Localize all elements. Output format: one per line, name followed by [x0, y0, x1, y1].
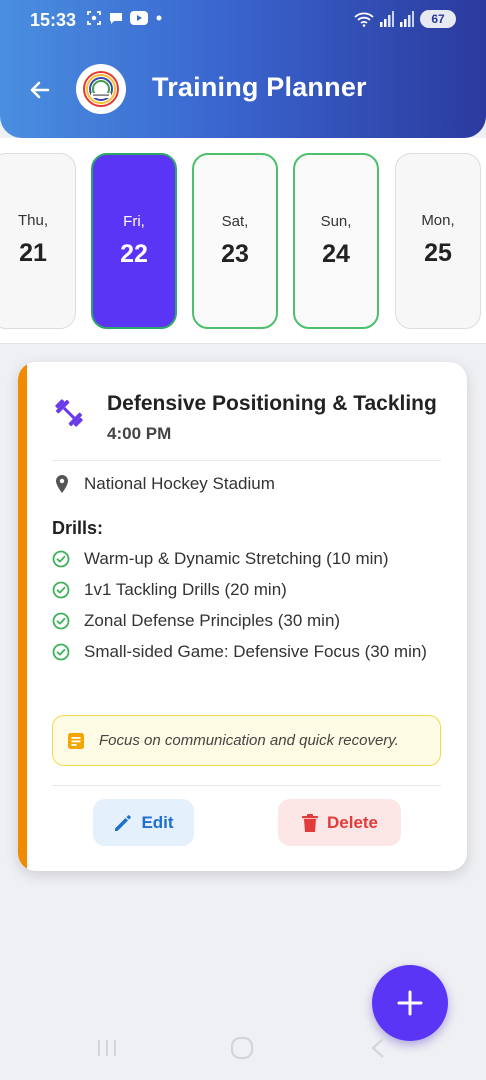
- home-nav-icon[interactable]: [230, 1036, 254, 1060]
- pencil-icon: [115, 814, 132, 831]
- list-item: 1v1 Tackling Drills (20 min): [52, 579, 432, 601]
- drill-text: Warm-up & Dynamic Stretching (10 min): [84, 549, 389, 568]
- date-day: 24: [322, 240, 350, 268]
- list-item: Zonal Defense Principles (30 min): [52, 610, 432, 632]
- location-pin-icon: [56, 475, 68, 493]
- date-card-thu[interactable]: Thu, 21: [0, 153, 76, 329]
- chat-icon: [110, 13, 122, 24]
- session-time: 4:00 PM: [107, 424, 172, 443]
- check-circle-icon: [52, 581, 70, 599]
- plus-icon: [397, 990, 423, 1016]
- date-day: 25: [424, 239, 452, 267]
- session-title: Defensive Positioning & Tackling: [107, 392, 437, 415]
- signal-icon: [380, 11, 394, 27]
- note-icon: [68, 732, 84, 749]
- screenshot-icon: [87, 11, 101, 25]
- recents-nav-icon[interactable]: [96, 1038, 118, 1058]
- logo-icon: [83, 71, 119, 107]
- system-icons: 67: [354, 10, 456, 28]
- signal-icon-2: [400, 11, 414, 27]
- back-nav-icon[interactable]: [370, 1037, 386, 1059]
- date-dow: Sat,: [221, 213, 249, 230]
- dumbbell-icon: [55, 399, 83, 427]
- note-text: Focus on communication and quick recover…: [99, 732, 399, 749]
- divider: [52, 460, 441, 461]
- status-bar: 15:33 67: [0, 0, 486, 40]
- youtube-icon: [130, 11, 148, 25]
- arrow-left-icon: [30, 81, 50, 99]
- battery-indicator: 67: [420, 10, 456, 28]
- date-dow: Sun,: [320, 213, 352, 230]
- wifi-icon: [354, 12, 374, 27]
- drill-text: Small-sided Game: Defensive Focus (30 mi…: [84, 642, 427, 661]
- add-session-button[interactable]: [372, 965, 448, 1041]
- edit-label: Edit: [141, 812, 174, 832]
- app-header: 15:33 67 Training Planner: [0, 0, 486, 138]
- date-dow: Fri,: [123, 213, 145, 230]
- page-title: Training Planner: [152, 72, 367, 102]
- check-circle-icon: [52, 550, 70, 568]
- notification-icons: [86, 10, 164, 26]
- date-day: 22: [120, 240, 148, 268]
- back-button[interactable]: [24, 74, 56, 106]
- list-item: Small-sided Game: Defensive Focus (30 mi…: [52, 641, 432, 663]
- list-item: Warm-up & Dynamic Stretching (10 min): [52, 548, 432, 570]
- location-row: National Hockey Stadium: [54, 474, 275, 494]
- card-accent-bar: [18, 362, 27, 871]
- dot-icon: [156, 15, 162, 21]
- status-time: 15:33: [30, 10, 77, 30]
- drills-heading: Drills:: [52, 518, 104, 538]
- drill-text: Zonal Defense Principles (30 min): [84, 611, 341, 630]
- date-dow: Mon,: [421, 212, 455, 229]
- date-day: 21: [19, 239, 47, 267]
- date-card-fri[interactable]: Fri, 22: [91, 153, 177, 329]
- date-dow: Thu,: [17, 212, 48, 229]
- trash-icon: [301, 813, 318, 832]
- drill-text: 1v1 Tackling Drills (20 min): [84, 580, 287, 599]
- edit-button[interactable]: Edit: [93, 799, 194, 846]
- check-circle-icon: [52, 612, 70, 630]
- date-card-sun[interactable]: Sun, 24: [293, 153, 379, 329]
- date-selector: Thu, 21 Fri, 22 Sat, 23 Sun, 24 Mon, 25: [0, 138, 486, 344]
- check-circle-icon: [52, 643, 70, 661]
- note-box: Focus on communication and quick recover…: [52, 715, 441, 766]
- delete-label: Delete: [326, 812, 379, 832]
- location-text: National Hockey Stadium: [84, 474, 275, 493]
- date-card-mon[interactable]: Mon, 25: [395, 153, 481, 329]
- date-card-sat[interactable]: Sat, 23: [192, 153, 278, 329]
- app-logo: [76, 64, 126, 114]
- date-day: 23: [221, 240, 249, 268]
- session-card[interactable]: Defensive Positioning & Tackling 4:00 PM…: [18, 362, 467, 871]
- delete-button[interactable]: Delete: [278, 799, 401, 846]
- drill-list: Warm-up & Dynamic Stretching (10 min) 1v…: [52, 548, 432, 672]
- divider: [52, 785, 441, 786]
